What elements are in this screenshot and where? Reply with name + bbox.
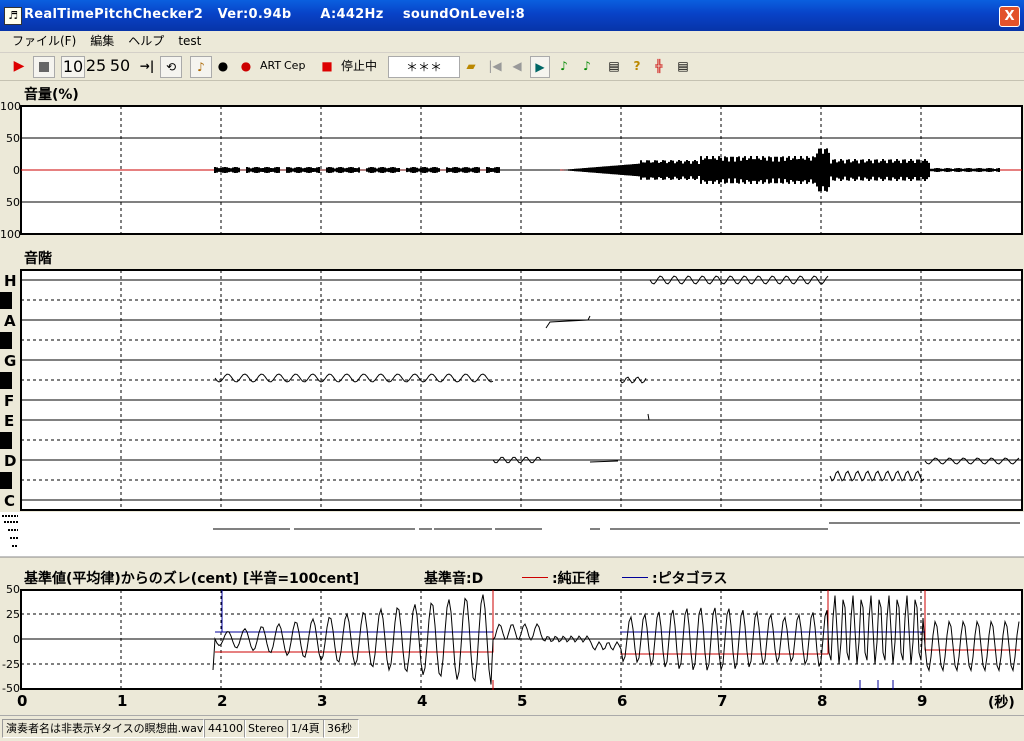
status-channels: Stereo <box>244 719 290 738</box>
status-bar: 演奏者名は非表示¥タイスの瞑想曲.wav 44100 Stereo 1/4頁 3… <box>0 715 1024 741</box>
analysis-graph <box>0 105 1024 690</box>
status-page: 1/4頁 <box>287 719 325 738</box>
status-rate: 44100 <box>204 719 246 738</box>
status-file: 演奏者名は非表示¥タイスの瞑想曲.wav <box>2 719 204 738</box>
status-duration: 36秒 <box>323 719 359 738</box>
segment-area <box>0 512 1024 557</box>
